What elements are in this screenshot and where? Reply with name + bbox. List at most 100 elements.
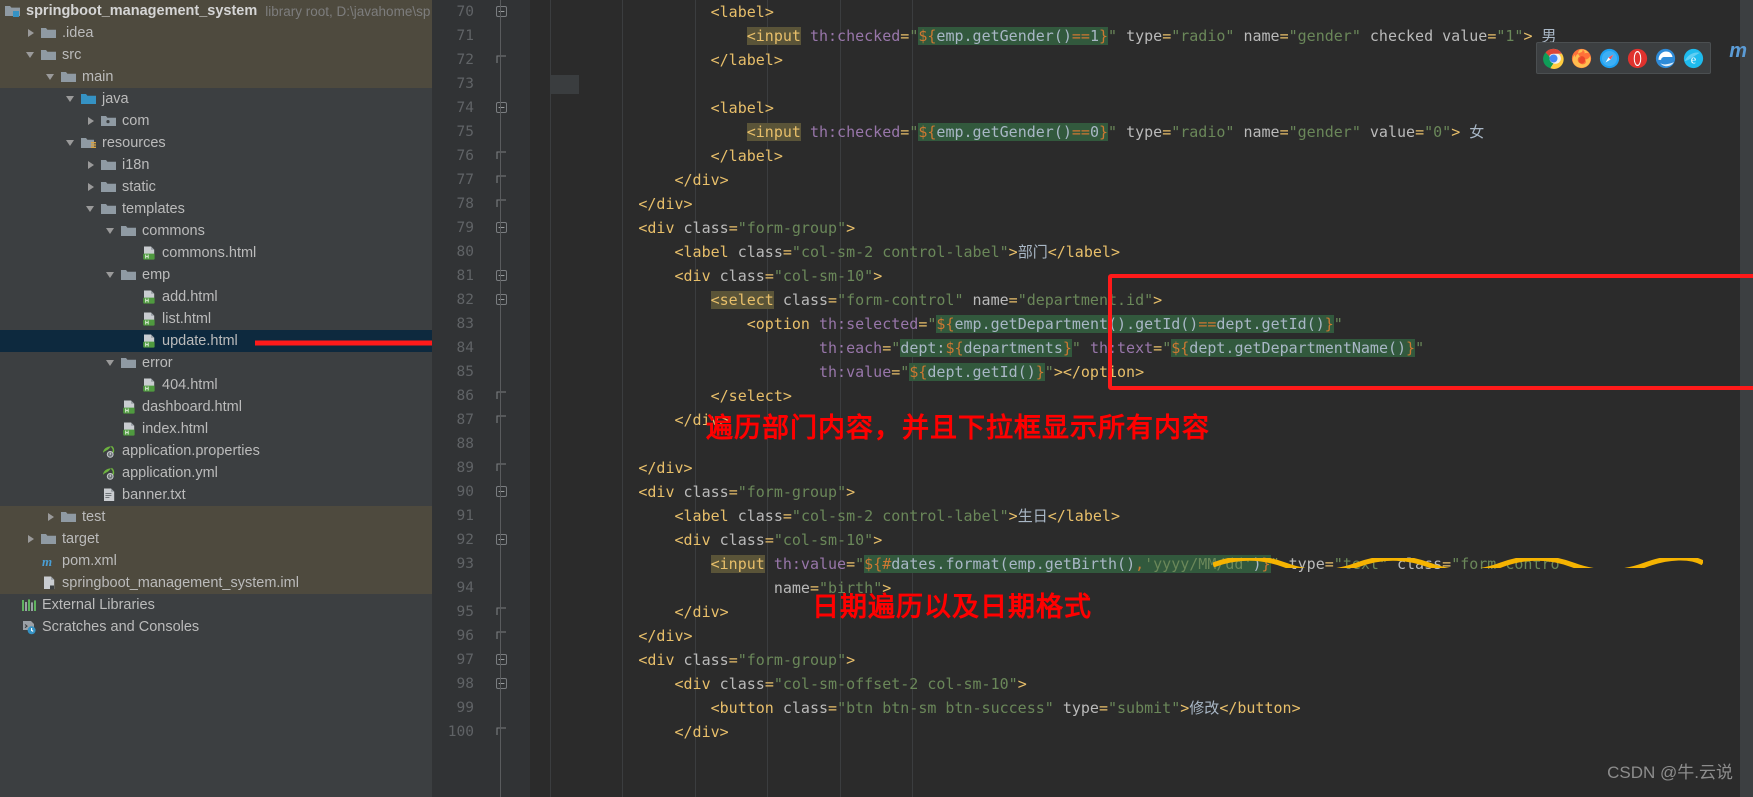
code-line[interactable]: </div>: [530, 456, 692, 480]
code-line[interactable]: <input th:checked="${emp.getGender()==0}…: [530, 120, 1484, 144]
tree-row-commons[interactable]: commons: [0, 220, 432, 242]
tree-row-update-html[interactable]: Hupdate.html: [0, 330, 432, 352]
chevron-right-icon[interactable]: [24, 531, 40, 547]
editor-code-area[interactable]: <label> <input th:checked="${emp.getGend…: [530, 0, 1753, 797]
fold-end-icon[interactable]: [494, 384, 508, 408]
fold-collapse-icon[interactable]: [494, 96, 508, 120]
fold-collapse-icon[interactable]: [494, 480, 508, 504]
code-line[interactable]: <div class="form-group">: [530, 480, 855, 504]
chevron-down-icon[interactable]: [44, 69, 60, 85]
code-line[interactable]: <div class="col-sm-10">: [530, 528, 883, 552]
code-line[interactable]: </select>: [530, 384, 792, 408]
fold-end-icon[interactable]: [494, 600, 508, 624]
tree-row-404-html[interactable]: H 404.html: [0, 374, 432, 396]
code-line[interactable]: </div>: [530, 192, 692, 216]
tree-row-application-yml[interactable]: application.yml: [0, 462, 432, 484]
code-line[interactable]: <div class="form-group">: [530, 216, 855, 240]
tree-row-list-html[interactable]: Hlist.html: [0, 308, 432, 330]
chevron-down-icon[interactable]: [24, 47, 40, 63]
tree-row-emp[interactable]: emp: [0, 264, 432, 286]
browser-launch-bar[interactable]: e: [1536, 42, 1711, 74]
code-line[interactable]: </div>: [530, 408, 729, 432]
fold-collapse-icon[interactable]: [494, 0, 508, 24]
chrome-icon[interactable]: [1543, 48, 1564, 69]
tree-row-java[interactable]: java: [0, 88, 432, 110]
tree-row-banner-txt[interactable]: banner.txt: [0, 484, 432, 506]
chevron-down-icon[interactable]: [84, 201, 100, 217]
code-line[interactable]: <input th:value="${#dates.format(emp.get…: [530, 552, 1560, 576]
chevron-right-icon[interactable]: [84, 157, 100, 173]
editor-gutter[interactable]: 70 71 72 73 74 75 76 77 78 79 80 81 82 83 84 85 86 87 88 89…: [432, 0, 530, 797]
project-tree[interactable]: .idea src main java com resources i18n static te…: [0, 22, 432, 638]
tree-row-dashboard-html[interactable]: Hdashboard.html: [0, 396, 432, 418]
tree-row-scratches-and-consoles[interactable]: Scratches and Consoles: [0, 616, 432, 638]
chevron-right-icon[interactable]: [44, 509, 60, 525]
tree-row-project-root[interactable]: springboot_management_system library roo…: [0, 0, 432, 22]
chevron-down-icon[interactable]: [104, 355, 120, 371]
tree-row-i18n[interactable]: i18n: [0, 154, 432, 176]
tree-row-src[interactable]: src: [0, 44, 432, 66]
tree-row-target[interactable]: target: [0, 528, 432, 550]
code-line[interactable]: <div class="col-sm-offset-2 col-sm-10">: [530, 672, 1027, 696]
tree-row-error[interactable]: error: [0, 352, 432, 374]
code-line[interactable]: <select class="form-control" name="depar…: [530, 288, 1162, 312]
project-tool-window[interactable]: springboot_management_system library roo…: [0, 0, 432, 797]
code-line[interactable]: <button class="btn btn-sm btn-success" t…: [530, 696, 1301, 720]
fold-collapse-icon[interactable]: [494, 288, 508, 312]
fold-end-icon[interactable]: [494, 192, 508, 216]
code-line[interactable]: </div>: [530, 168, 729, 192]
fold-collapse-icon[interactable]: [494, 528, 508, 552]
fold-collapse-icon[interactable]: [494, 672, 508, 696]
tree-row-resources[interactable]: resources: [0, 132, 432, 154]
tree-row-external-libraries[interactable]: External Libraries: [0, 594, 432, 616]
tree-row-test[interactable]: test: [0, 506, 432, 528]
tree-row-static[interactable]: static: [0, 176, 432, 198]
chevron-right-icon[interactable]: [84, 179, 100, 195]
chevron-right-icon[interactable]: [84, 113, 100, 129]
code-line[interactable]: <label class="col-sm-2 control-label">部门…: [530, 240, 1120, 264]
tree-row--idea[interactable]: .idea: [0, 22, 432, 44]
code-line[interactable]: </label>: [530, 144, 783, 168]
tree-row-index-html[interactable]: Hindex.html: [0, 418, 432, 440]
chevron-down-icon[interactable]: [104, 267, 120, 283]
tree-row-pom-xml[interactable]: m pom.xml: [0, 550, 432, 572]
chevron-right-icon[interactable]: [24, 25, 40, 41]
tree-row-add-html[interactable]: Hadd.html: [0, 286, 432, 308]
chevron-down-icon[interactable]: [104, 223, 120, 239]
chevron-down-icon[interactable]: [64, 91, 80, 107]
code-editor[interactable]: 70 71 72 73 74 75 76 77 78 79 80 81 82 83 84 85 86 87 88 89…: [432, 0, 1753, 797]
fold-end-icon[interactable]: [494, 456, 508, 480]
tree-row-commons-html[interactable]: Hcommons.html: [0, 242, 432, 264]
editor-scrollbar[interactable]: [1740, 0, 1753, 797]
fold-end-icon[interactable]: [494, 720, 508, 744]
firefox-icon[interactable]: [1571, 48, 1592, 69]
code-line[interactable]: </div>: [530, 600, 729, 624]
fold-end-icon[interactable]: [494, 144, 508, 168]
code-line[interactable]: </label>: [530, 48, 783, 72]
tree-row-templates[interactable]: templates: [0, 198, 432, 220]
opera-icon[interactable]: [1627, 48, 1648, 69]
code-line[interactable]: <option th:selected="${emp.getDepartment…: [530, 312, 1343, 336]
tree-row-application-properties[interactable]: application.properties: [0, 440, 432, 462]
fold-collapse-icon[interactable]: [494, 216, 508, 240]
tree-row-springboot-management-system-iml[interactable]: springboot_management_system.iml: [0, 572, 432, 594]
fold-end-icon[interactable]: [494, 48, 508, 72]
edge-icon[interactable]: [1655, 48, 1676, 69]
code-line[interactable]: </div>: [530, 624, 692, 648]
code-line[interactable]: th:each="dept:${departments}" th:text="$…: [530, 336, 1424, 360]
chevron-down-icon[interactable]: [64, 135, 80, 151]
code-line[interactable]: <input th:checked="${emp.getGender()==1}…: [530, 24, 1557, 48]
fold-end-icon[interactable]: [494, 624, 508, 648]
code-line[interactable]: <div class="col-sm-10">: [530, 264, 883, 288]
code-line[interactable]: <label>: [530, 96, 774, 120]
maven-tool-tab[interactable]: m: [1729, 40, 1747, 63]
code-line[interactable]: <label>: [530, 0, 774, 24]
ie-icon[interactable]: e: [1683, 48, 1704, 69]
fold-collapse-icon[interactable]: [494, 648, 508, 672]
fold-end-icon[interactable]: [494, 408, 508, 432]
code-line[interactable]: <div class="form-group">: [530, 648, 855, 672]
code-line[interactable]: </div>: [530, 720, 729, 744]
safari-icon[interactable]: [1599, 48, 1620, 69]
tree-row-main[interactable]: main: [0, 66, 432, 88]
fold-collapse-icon[interactable]: [494, 264, 508, 288]
